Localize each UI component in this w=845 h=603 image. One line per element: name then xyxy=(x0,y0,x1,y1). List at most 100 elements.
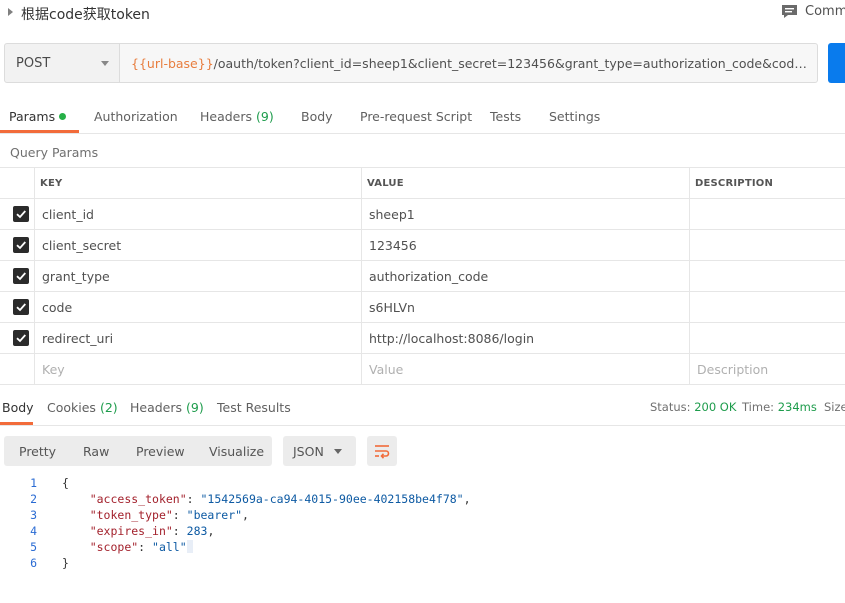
response-size[interactable]: Size xyxy=(824,400,845,414)
request-title[interactable]: 根据code获取token xyxy=(21,4,150,24)
code-line: 4 "expires_in": 283, xyxy=(0,524,845,540)
response-tabs: Body Cookies (2) Headers (9) Test Result… xyxy=(0,384,845,426)
param-value-cell[interactable]: s6HLVn xyxy=(361,292,689,322)
table-row: redirect_uri http://localhost:8086/login xyxy=(0,323,845,354)
json-key: "token_type" xyxy=(89,508,173,522)
method-value: POST xyxy=(16,56,51,71)
url-input[interactable]: {{url-base}}/oauth/token?client_id=sheep… xyxy=(119,43,818,83)
new-value-input[interactable]: Value xyxy=(361,354,689,384)
tab-params[interactable]: Params xyxy=(9,109,67,124)
tab-settings[interactable]: Settings xyxy=(549,109,600,124)
view-preview-button[interactable]: Preview xyxy=(136,444,185,459)
param-key: redirect_uri xyxy=(42,330,114,346)
param-value: s6HLVn xyxy=(369,299,415,315)
param-description-cell[interactable] xyxy=(689,292,845,322)
chevron-down-icon xyxy=(334,449,342,454)
new-key-input[interactable]: Key xyxy=(34,354,361,384)
comment-icon[interactable] xyxy=(781,4,798,19)
param-key-cell[interactable]: grant_type xyxy=(34,261,361,291)
json-value: "all" xyxy=(152,540,187,554)
table-header-row: KEY VALUE DESCRIPTION xyxy=(0,168,845,199)
checkmark-icon xyxy=(16,303,26,312)
json-key: "access_token" xyxy=(89,492,187,506)
tab-test-results[interactable]: Test Results xyxy=(217,400,291,415)
response-status[interactable]: Status: 200 OK xyxy=(650,400,736,414)
tab-authorization[interactable]: Authorization xyxy=(94,109,178,124)
row-checkbox[interactable] xyxy=(13,237,29,253)
tab-label: Body xyxy=(2,400,34,415)
param-value-cell[interactable]: sheep1 xyxy=(361,199,689,229)
param-key-cell[interactable]: client_id xyxy=(34,199,361,229)
tab-cookies[interactable]: Cookies (2) xyxy=(47,400,118,415)
json-separator: , xyxy=(242,508,249,522)
table-row: client_secret 123456 xyxy=(0,230,845,261)
row-checkbox[interactable] xyxy=(13,206,29,222)
param-value-cell[interactable]: http://localhost:8086/login xyxy=(361,323,689,353)
tab-response-body[interactable]: Body xyxy=(2,400,34,415)
tab-label: Params xyxy=(9,109,56,124)
code-line: 2 "access_token": "1542569a-ca94-4015-90… xyxy=(0,492,845,508)
checkmark-icon xyxy=(16,241,26,250)
line-number: 3 xyxy=(30,508,37,522)
param-key-cell[interactable]: redirect_uri xyxy=(34,323,361,353)
code-text: "access_token": "1542569a-ca94-4015-90ee… xyxy=(89,492,471,506)
code-text: "token_type": "bearer", xyxy=(89,508,249,522)
view-visualize-button[interactable]: Visualize xyxy=(209,444,264,459)
method-select[interactable]: POST xyxy=(4,43,120,83)
json-value: 283 xyxy=(186,524,208,538)
format-select[interactable]: JSON xyxy=(283,436,356,466)
chevron-down-icon xyxy=(101,61,109,66)
code-line: 6 } xyxy=(0,556,845,572)
new-description-input[interactable]: Description xyxy=(689,354,845,384)
column-header-key: KEY xyxy=(34,168,361,198)
active-tab-indicator xyxy=(0,130,79,133)
param-key: code xyxy=(42,299,73,315)
description-placeholder: Description xyxy=(697,361,769,377)
send-button[interactable] xyxy=(828,43,845,83)
collapse-caret-icon[interactable] xyxy=(8,8,13,16)
tab-label: Tests xyxy=(490,109,522,124)
tab-count: (9) xyxy=(256,109,274,124)
response-body-code[interactable]: 1 { 2 "access_token": "1542569a-ca94-401… xyxy=(0,476,845,572)
row-checkbox[interactable] xyxy=(13,330,29,346)
param-key: grant_type xyxy=(42,268,110,284)
query-params-title: Query Params xyxy=(10,145,99,160)
comments-button[interactable]: Comme xyxy=(805,4,845,19)
param-value-cell[interactable]: 123456 xyxy=(361,230,689,260)
param-description-cell[interactable] xyxy=(689,323,845,353)
param-key-cell[interactable]: code xyxy=(34,292,361,322)
param-description-cell[interactable] xyxy=(689,230,845,260)
row-checkbox[interactable] xyxy=(13,299,29,315)
query-params-table: KEY VALUE DESCRIPTION client_id sheep1 c… xyxy=(0,167,845,385)
param-key: client_id xyxy=(42,206,94,222)
row-checkbox[interactable] xyxy=(13,268,29,284)
response-time[interactable]: Time: 234ms xyxy=(742,400,817,414)
wrap-lines-button[interactable] xyxy=(367,436,397,466)
param-key-cell[interactable]: client_secret xyxy=(34,230,361,260)
url-variable: {{url-base}} xyxy=(131,56,214,71)
view-pretty-button[interactable]: Pretty xyxy=(19,444,56,459)
column-header-value: VALUE xyxy=(361,168,689,198)
param-value-cell[interactable]: authorization_code xyxy=(361,261,689,291)
column-header-description: DESCRIPTION xyxy=(689,168,845,198)
tab-response-headers[interactable]: Headers (9) xyxy=(130,400,204,415)
tab-label: Authorization xyxy=(94,109,178,124)
view-raw-button[interactable]: Raw xyxy=(83,444,109,459)
tab-label: Settings xyxy=(549,109,601,124)
code-line: 3 "token_type": "bearer", xyxy=(0,508,845,524)
tab-pre-request-script[interactable]: Pre-request Script xyxy=(360,109,472,124)
param-description-cell[interactable] xyxy=(689,199,845,229)
tab-tests[interactable]: Tests xyxy=(490,109,521,124)
tab-headers[interactable]: Headers (9) xyxy=(200,109,274,124)
table-row: client_id sheep1 xyxy=(0,199,845,230)
param-description-cell[interactable] xyxy=(689,261,845,291)
params-active-dot-icon xyxy=(59,113,67,120)
param-value: 123456 xyxy=(369,237,417,253)
tab-body[interactable]: Body xyxy=(301,109,333,124)
tab-label: Cookies xyxy=(47,400,96,415)
request-tabs: Params Authorization Headers (9) Body Pr… xyxy=(0,100,845,134)
size-label: Size xyxy=(824,400,845,414)
tab-count: (2) xyxy=(99,400,118,415)
wrap-lines-icon xyxy=(375,445,390,459)
json-value: "bearer" xyxy=(186,508,243,522)
